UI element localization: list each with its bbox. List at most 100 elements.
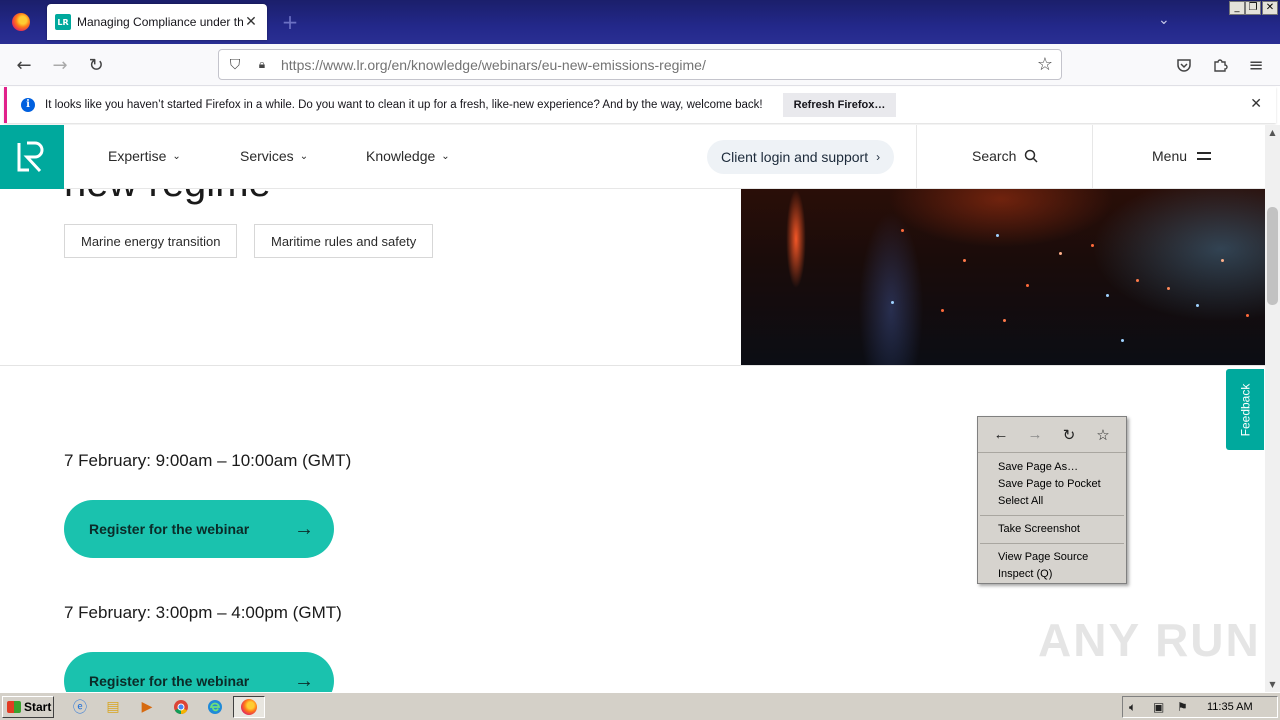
list-all-tabs-chevron-icon[interactable]: ⌄ <box>1158 12 1170 28</box>
register-button-label: Register for the webinar <box>89 521 250 537</box>
browser-tab-strip: LR Managing Compliance under the EU ✕ + … <box>0 0 1280 44</box>
chevron-down-icon: ⌄ <box>172 150 181 162</box>
close-notification-icon[interactable]: ✕ <box>1250 96 1262 112</box>
volume-icon[interactable]: 🔈︎ <box>1129 700 1136 715</box>
menu-item-select-all[interactable]: Select All <box>978 493 1126 510</box>
register-webinar-button-1[interactable]: Register for the webinar → <box>64 500 334 558</box>
tab-title: Managing Compliance under the EU <box>77 15 243 29</box>
bookmark-star-icon[interactable]: ☆ <box>1092 426 1114 444</box>
search-label: Search <box>972 148 1017 164</box>
tag-maritime-rules-and-safety[interactable]: Maritime rules and safety <box>254 224 434 258</box>
chevron-down-icon: ⌄ <box>299 150 309 162</box>
network-icon[interactable]: ▣ <box>1153 700 1164 714</box>
window-minimize-button[interactable]: _ <box>1229 1 1245 15</box>
nav-knowledge[interactable]: Knowledge ⌄ <box>366 148 450 164</box>
internet-explorer-icon[interactable]: ⓔ <box>70 697 90 717</box>
start-button[interactable]: Start <box>2 696 54 718</box>
menu-separator <box>980 543 1124 544</box>
action-center-flag-icon[interactable]: ⚑ <box>1177 700 1188 714</box>
forward-arrow-icon[interactable]: → <box>46 52 74 78</box>
search-button[interactable]: Search <box>972 148 1038 164</box>
lr-logo[interactable] <box>0 125 64 189</box>
pocket-icon[interactable] <box>1170 52 1198 78</box>
menu-item-inspect[interactable]: Inspect (Q) <box>978 566 1126 583</box>
firefox-logo-icon <box>12 13 30 31</box>
nav-services[interactable]: Services ⌄ <box>240 148 308 164</box>
site-header: Expertise ⌄ Services ⌄ Knowledge ⌄ Clien… <box>0 125 1265 189</box>
windows-taskbar: Start ⓔ ▤ ▶ 🔈︎ ▣ ⚑ 11:35 AM <box>0 692 1280 720</box>
nav-expertise-label: Expertise <box>108 148 167 164</box>
system-tray: 🔈︎ ▣ ⚑ 11:35 AM <box>1122 696 1278 718</box>
section-divider <box>0 365 1265 366</box>
bookmark-star-icon[interactable]: ☆ <box>1037 54 1053 75</box>
feedback-tab[interactable]: Feedback <box>1226 369 1264 450</box>
anyrun-watermark: ANY RUN <box>1038 614 1261 666</box>
reload-icon[interactable]: ↻ <box>1058 426 1080 444</box>
nav-services-label: Services <box>240 148 294 164</box>
arrow-right-icon: → <box>294 669 314 692</box>
menu-button[interactable]: Menu <box>1152 148 1212 164</box>
hamburger-menu-icon[interactable]: ≡ <box>1242 52 1270 78</box>
register-button-label: Register for the webinar <box>89 673 250 689</box>
back-arrow-icon[interactable]: ← <box>990 426 1012 443</box>
close-tab-icon[interactable]: ✕ <box>243 14 259 30</box>
tracking-shield-icon[interactable]: ⛉ <box>227 57 243 73</box>
padlock-icon[interactable]: 🔒︎ <box>255 57 269 72</box>
hamburger-icon <box>1197 152 1212 160</box>
header-divider <box>1092 125 1093 189</box>
edge-icon[interactable] <box>205 697 225 717</box>
chevron-right-icon: › <box>876 150 881 164</box>
hero-image <box>741 189 1265 365</box>
register-webinar-button-2[interactable]: Register for the webinar → <box>64 652 334 692</box>
scrollbar-thumb[interactable] <box>1267 207 1278 305</box>
menu-item-take-screenshot[interactable]: Take Screenshot <box>978 521 1126 538</box>
info-icon: i <box>21 98 35 112</box>
chrome-icon[interactable] <box>171 697 191 717</box>
file-explorer-icon[interactable]: ▤ <box>103 697 123 717</box>
new-tab-plus-icon[interactable]: + <box>280 10 300 34</box>
nav-expertise[interactable]: Expertise ⌄ <box>108 148 181 164</box>
forward-arrow-icon[interactable]: → <box>1024 426 1046 443</box>
menu-item-save-page-as[interactable]: Save Page As… <box>978 459 1126 476</box>
media-player-icon[interactable]: ▶ <box>137 697 157 717</box>
page-scrollbar[interactable]: ▲ ▼ <box>1265 125 1280 692</box>
navigation-toolbar: ← → ↻ ⛉ 🔒︎ https://www.lr.org/en/knowled… <box>0 44 1280 86</box>
refresh-firefox-notification: i It looks like you haven’t started Fire… <box>4 87 1276 123</box>
menu-item-save-to-pocket[interactable]: Save Page to Pocket <box>978 476 1126 493</box>
firefox-taskbar-button[interactable] <box>233 696 265 718</box>
nav-knowledge-label: Knowledge <box>366 148 436 164</box>
refresh-firefox-button[interactable]: Refresh Firefox… <box>782 93 897 117</box>
arrow-right-icon: → <box>294 517 314 540</box>
notification-message: It looks like you haven’t started Firefo… <box>45 99 763 111</box>
webpage-viewport: new regime Expertise ⌄ Services ⌄ Knowle… <box>0 125 1265 692</box>
browser-tab-active[interactable]: LR Managing Compliance under the EU ✕ <box>47 4 267 40</box>
lr-logo-icon <box>17 141 44 173</box>
extensions-puzzle-icon[interactable] <box>1206 52 1234 78</box>
session-time-1: 7 February: 9:00am – 10:00am (GMT) <box>64 451 352 470</box>
firefox-icon <box>241 699 257 715</box>
menu-item-view-page-source[interactable]: View Page Source <box>978 549 1126 566</box>
chevron-down-icon: ⌄ <box>441 150 450 162</box>
menu-label: Menu <box>1152 148 1188 164</box>
back-arrow-icon[interactable]: ← <box>10 52 38 78</box>
url-text[interactable]: https://www.lr.org/en/knowledge/webinars… <box>281 57 706 73</box>
window-close-button[interactable]: ✕ <box>1262 1 1278 15</box>
session-time-2: 7 February: 3:00pm – 4:00pm (GMT) <box>64 603 342 622</box>
feedback-label: Feedback <box>1238 383 1253 436</box>
lr-favicon-icon: LR <box>55 14 71 30</box>
menu-separator <box>980 515 1124 516</box>
search-icon <box>1025 149 1038 163</box>
client-login-label: Client login and support <box>721 149 869 165</box>
window-restore-button[interactable]: ❐ <box>1245 1 1261 15</box>
reload-icon[interactable]: ↻ <box>82 52 110 78</box>
page-context-menu: ← → ↻ ☆ Save Page As… Save Page to Pocke… <box>977 416 1127 584</box>
scroll-up-arrow-icon[interactable]: ▲ <box>1265 125 1280 140</box>
windows-logo-icon <box>7 701 21 713</box>
scroll-down-arrow-icon[interactable]: ▼ <box>1265 677 1280 692</box>
taskbar-clock[interactable]: 11:35 AM <box>1207 701 1253 713</box>
url-bar[interactable]: ⛉ 🔒︎ https://www.lr.org/en/knowledge/web… <box>218 49 1062 80</box>
client-login-button[interactable]: Client login and support › <box>707 140 895 174</box>
tag-marine-energy-transition[interactable]: Marine energy transition <box>64 224 238 258</box>
header-divider <box>916 125 917 189</box>
firefox-view-button[interactable] <box>0 0 42 44</box>
